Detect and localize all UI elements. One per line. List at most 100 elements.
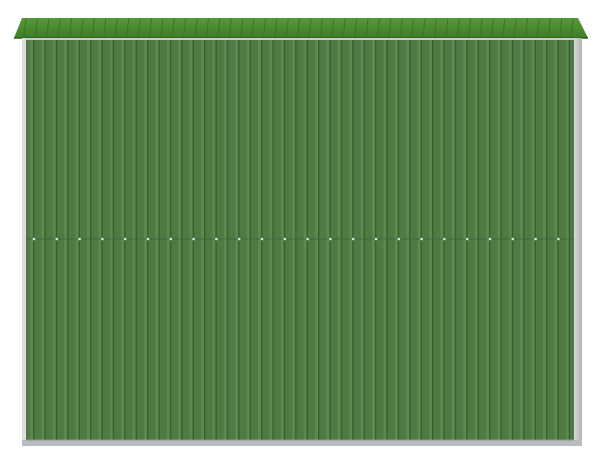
rivet xyxy=(55,237,59,241)
rib-shadow xyxy=(318,40,320,440)
rib-highlight xyxy=(337,40,341,440)
rib-highlight xyxy=(383,40,387,440)
rib-highlight xyxy=(109,40,113,440)
rib-shadow xyxy=(135,40,137,440)
rib-highlight xyxy=(303,40,307,440)
rib-shadow xyxy=(386,40,388,440)
rivet xyxy=(146,237,150,241)
rivet xyxy=(169,237,173,241)
shed-illustration xyxy=(14,18,588,446)
rivet xyxy=(351,237,355,241)
rivet xyxy=(32,237,36,241)
rib-shadow xyxy=(158,40,160,440)
rivet xyxy=(511,237,515,241)
rib-highlight xyxy=(280,40,284,440)
rib-shadow xyxy=(67,40,69,440)
rib-highlight xyxy=(87,40,90,440)
rib-highlight xyxy=(531,40,535,440)
rib-highlight xyxy=(429,40,432,440)
rib-highlight xyxy=(451,40,455,440)
rivet xyxy=(420,237,423,241)
rib-highlight xyxy=(246,40,250,440)
rib-highlight xyxy=(178,40,182,440)
rib-highlight xyxy=(508,40,512,440)
rib-shadow xyxy=(249,40,251,440)
rib-highlight xyxy=(235,40,239,440)
rivet xyxy=(329,237,332,241)
rivet xyxy=(488,237,492,241)
rib-highlight xyxy=(315,40,318,440)
rib-shadow xyxy=(432,40,434,440)
rib-shadow xyxy=(500,40,502,440)
rib-highlight xyxy=(520,40,524,440)
rib-highlight xyxy=(326,40,330,440)
rivet xyxy=(557,237,560,241)
rib-highlight xyxy=(201,40,204,440)
rib-highlight xyxy=(406,40,410,440)
rib-shadow xyxy=(295,40,297,440)
rib-shadow xyxy=(363,40,365,440)
rib-shadow xyxy=(409,40,411,440)
rib-shadow xyxy=(568,40,571,440)
rib-highlight xyxy=(258,40,261,440)
rib-shadow xyxy=(272,40,274,440)
rib-highlight xyxy=(292,40,296,440)
rib-shadow xyxy=(204,40,206,440)
rib-highlight xyxy=(41,40,45,440)
rib-shadow xyxy=(90,40,92,440)
rib-highlight xyxy=(52,40,56,440)
wall-panel xyxy=(26,40,574,440)
rivet xyxy=(306,237,309,241)
rib-highlight xyxy=(121,40,125,440)
rivet xyxy=(237,237,241,241)
roof xyxy=(14,18,588,39)
rivet xyxy=(260,237,264,241)
rib-highlight xyxy=(189,40,193,440)
rivet xyxy=(465,237,469,241)
rib-highlight xyxy=(98,40,102,440)
rib-highlight xyxy=(474,40,478,440)
rivet xyxy=(78,237,81,241)
rib-highlight xyxy=(144,40,147,440)
rib-shadow xyxy=(523,40,525,440)
rib-highlight xyxy=(497,40,501,440)
rivet xyxy=(215,237,218,241)
rivet xyxy=(443,237,446,241)
rib-shadow xyxy=(546,40,548,440)
rivet xyxy=(374,237,378,241)
rib-highlight xyxy=(565,40,569,440)
rib-shadow xyxy=(112,40,115,440)
rib-highlight xyxy=(486,40,489,440)
rib-highlight xyxy=(155,40,159,440)
rib-highlight xyxy=(64,40,68,440)
rivet xyxy=(283,237,287,241)
rib-shadow xyxy=(477,40,479,440)
rib-highlight xyxy=(349,40,353,440)
rib-highlight xyxy=(30,40,33,440)
rivet xyxy=(397,237,401,241)
rib-shadow xyxy=(44,40,46,440)
rib-highlight xyxy=(75,40,79,440)
rib-shadow xyxy=(340,40,343,440)
rivet xyxy=(101,237,104,241)
rib-highlight xyxy=(360,40,364,440)
rib-highlight xyxy=(223,40,227,440)
rib-highlight xyxy=(463,40,467,440)
rib-highlight xyxy=(372,40,375,440)
rib-highlight xyxy=(543,40,546,440)
rib-highlight xyxy=(269,40,273,440)
rivet xyxy=(192,237,195,241)
rib-highlight xyxy=(440,40,444,440)
rib-shadow xyxy=(181,40,183,440)
rivet xyxy=(123,237,127,241)
rivet xyxy=(534,237,537,241)
rib-highlight xyxy=(394,40,398,440)
image-stage xyxy=(0,0,600,458)
rib-highlight xyxy=(132,40,136,440)
rib-shadow xyxy=(226,40,229,440)
rib-highlight xyxy=(212,40,216,440)
rib-highlight xyxy=(554,40,558,440)
rib-highlight xyxy=(166,40,170,440)
rib-highlight xyxy=(417,40,421,440)
rib-shadow xyxy=(454,40,457,440)
